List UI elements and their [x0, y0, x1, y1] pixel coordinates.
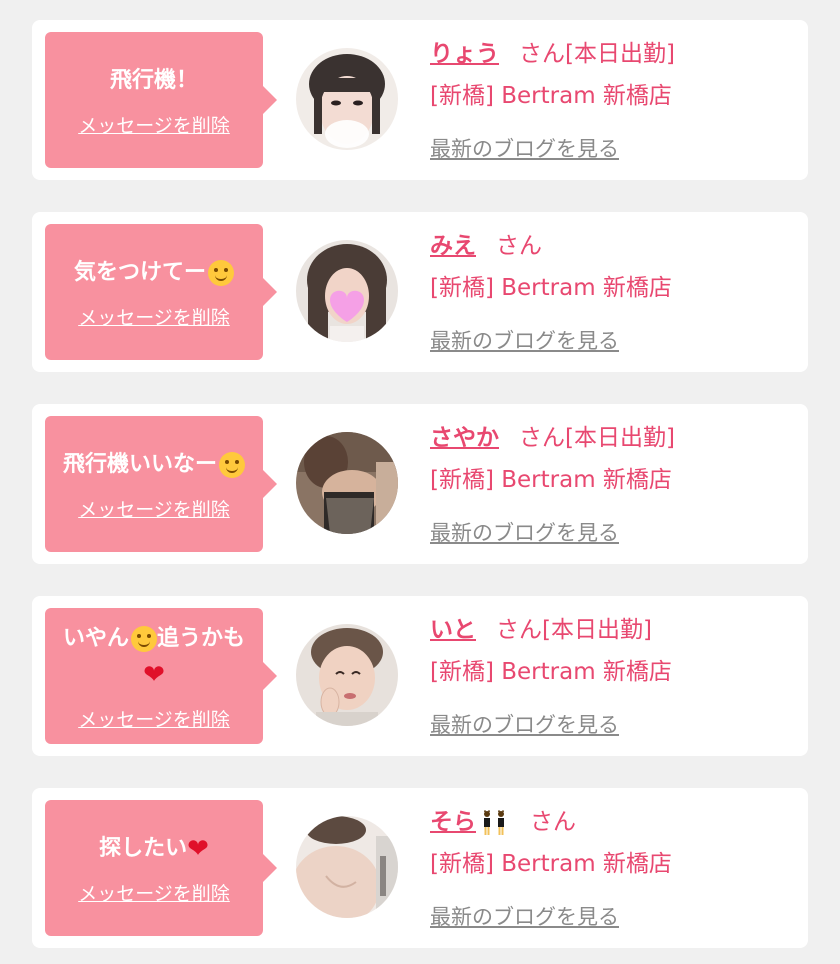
cast-status: さん	[530, 809, 576, 835]
cast-info: さやか さん[本日出勤] [新橋] Bertram 新橋店 最新のブログを見る	[430, 418, 800, 548]
message-text: 探したい	[99, 835, 188, 861]
avatar[interactable]	[296, 816, 398, 918]
avatar[interactable]	[296, 624, 398, 726]
dancers-icon	[484, 809, 504, 835]
shop-name: [新橋] Bertram 新橋店	[430, 659, 672, 685]
avatar[interactable]	[296, 48, 398, 150]
cast-status: さん[本日出勤]	[519, 425, 675, 451]
cast-info: みえ さん [新橋] Bertram 新橋店 最新のブログを見る	[430, 226, 800, 356]
cast-name-text: そら	[430, 809, 476, 835]
blog-link[interactable]: 最新のブログを見る	[430, 518, 619, 548]
message-text-line: 飛行機いいなー	[63, 447, 245, 483]
shop-name: [新橋] Bertram 新橋店	[430, 851, 672, 877]
blog-link[interactable]: 最新のブログを見る	[430, 902, 619, 932]
message-card: いやん 追うかも ❤ メッセージを削除 いと さん[本日出勤] [新橋] Bertra…	[32, 596, 808, 756]
cast-status: さん[本日出勤]	[496, 617, 652, 643]
shop-name: [新橋] Bertram 新橋店	[430, 275, 672, 301]
message-text: 追うかも	[157, 625, 246, 651]
message-card: 飛行機！ メッセージを削除 りょう さん[本日出勤] [新橋] Bertram 新…	[32, 20, 808, 180]
cast-status: さん	[496, 233, 542, 259]
cast-name-link[interactable]: そら	[430, 809, 510, 835]
cast-name-link[interactable]: いと	[430, 617, 476, 643]
message-bubble: 飛行機いいなー メッセージを削除	[45, 416, 277, 552]
delete-message-link[interactable]: メッセージを削除	[78, 705, 230, 732]
delete-message-link[interactable]: メッセージを削除	[78, 495, 230, 522]
message-bubble: いやん 追うかも ❤ メッセージを削除	[45, 608, 277, 744]
message-text: 飛行機！	[109, 67, 198, 93]
message-card: 気をつけてー メッセージを削除 みえ さん [新橋] Bertram 新橋店 最新…	[32, 212, 808, 372]
favorite-message-list: 飛行機！ メッセージを削除 りょう さん[本日出勤] [新橋] Bertram 新…	[0, 0, 840, 964]
blog-link[interactable]: 最新のブログを見る	[430, 134, 619, 164]
message-card: 飛行機いいなー メッセージを削除 さやか さん[本日出勤] [新橋] Bertra…	[32, 404, 808, 564]
delete-message-link[interactable]: メッセージを削除	[78, 879, 230, 906]
message-bubble: 気をつけてー メッセージを削除	[45, 224, 277, 360]
delete-message-link[interactable]: メッセージを削除	[78, 111, 230, 138]
cast-info: いと さん[本日出勤] [新橋] Bertram 新橋店 最新のブログを見る	[430, 610, 800, 740]
message-text-line: 探したい❤	[99, 831, 209, 867]
avatar[interactable]	[296, 240, 398, 342]
cast-info: そら さん [新橋] Bertram 新橋店 最新のブログを見る	[430, 802, 800, 932]
message-text-line: いやん 追うかも ❤	[63, 621, 245, 693]
message-text-line: 気をつけてー	[74, 255, 234, 291]
cast-name-link[interactable]: さやか	[430, 425, 499, 451]
cast-info: りょう さん[本日出勤] [新橋] Bertram 新橋店 最新のブログを見る	[430, 34, 800, 164]
delete-message-link[interactable]: メッセージを削除	[78, 303, 230, 330]
message-text: 飛行機いいなー	[62, 451, 217, 477]
smiling-face-icon	[208, 259, 234, 286]
cast-name-link[interactable]: りょう	[430, 41, 499, 67]
message-card: 探したい❤ メッセージを削除 そら さん [新橋] Bertram 新橋店 最新…	[32, 788, 808, 948]
smiling-face-icon	[131, 625, 157, 652]
message-text: いやん	[62, 625, 129, 651]
avatar[interactable]	[296, 432, 398, 534]
red-heart-icon: ❤	[143, 659, 165, 690]
blog-link[interactable]: 最新のブログを見る	[430, 710, 619, 740]
blog-link[interactable]: 最新のブログを見る	[430, 326, 619, 356]
smiling-face-icon	[219, 451, 245, 478]
message-text: 気をつけてー	[73, 259, 206, 285]
shop-name: [新橋] Bertram 新橋店	[430, 83, 672, 109]
cast-status: さん[本日出勤]	[519, 41, 675, 67]
red-heart-icon: ❤	[187, 833, 209, 864]
message-bubble: 探したい❤ メッセージを削除	[45, 800, 277, 936]
message-bubble: 飛行機！ メッセージを削除	[45, 32, 277, 168]
shop-name: [新橋] Bertram 新橋店	[430, 467, 672, 493]
cast-name-link[interactable]: みえ	[430, 233, 476, 259]
